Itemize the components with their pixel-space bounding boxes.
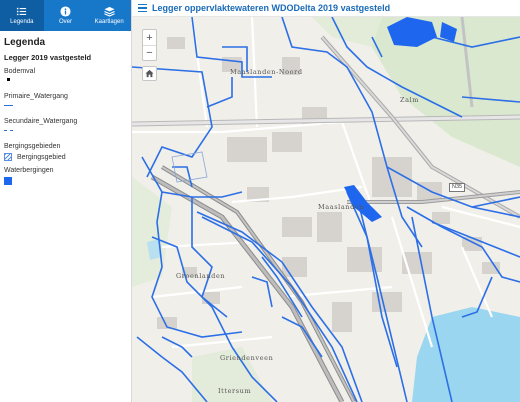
zoom-control: + − <box>142 29 157 61</box>
zoom-out-button[interactable]: − <box>143 45 156 60</box>
label-maaslanden-noord: Maaslanden-Noord <box>230 68 303 76</box>
home-icon <box>145 69 154 78</box>
lake <box>412 307 520 402</box>
legend-title: Legenda <box>4 37 46 48</box>
tab-legenda[interactable]: Legenda <box>0 0 44 31</box>
tab-legenda-label: Legenda <box>10 19 34 25</box>
legend-label-bergingsgebied: Bergingsgebied <box>17 153 66 161</box>
sidebar-tabs: Legenda Over Kaartlagen <box>0 0 131 31</box>
bergingsgebied-row: Bergingsgebied <box>4 153 127 162</box>
home-button[interactable] <box>142 66 157 81</box>
label-groenlanden: Groenlanden <box>176 272 226 280</box>
primaire-line-symbol <box>4 105 13 107</box>
secundaire-line-symbol <box>4 130 13 132</box>
bergingsgebied-hatch-symbol <box>4 153 12 162</box>
legend-subtitle: Legger 2019 vastgesteld <box>4 53 92 62</box>
zoom-in-button[interactable]: + <box>143 30 156 45</box>
tab-over-label: Over <box>59 19 73 25</box>
legend-item-primaire: Primaire_Watergang <box>4 93 127 107</box>
legend-item-secundaire: Secundaire_Watergang <box>4 118 127 132</box>
legend-label-waterbergingen: Waterbergingen <box>4 167 54 175</box>
menu-icon[interactable] <box>138 3 147 13</box>
legend-panel: Legenda Legger 2019 vastgesteld Bodemval… <box>0 31 131 186</box>
page-title: Legger oppervlaktewateren WDODelta 2019 … <box>152 3 391 13</box>
tab-kaartlagen[interactable]: Kaartlagen <box>87 0 131 31</box>
label-maaslanden: Maaslanden <box>318 203 365 211</box>
legend-label-bodemval: Bodemval <box>4 68 36 75</box>
legend-label-bergingsgebieden: Bergingsgebieden <box>4 143 61 151</box>
legend-item-waterbergingen: Waterbergingen <box>4 167 127 186</box>
info-icon <box>60 6 71 17</box>
waterbergingen-fill-symbol <box>4 177 12 186</box>
map-view[interactable]: Maaslanden-Noord Zalm Maaslanden Groenla… <box>132 17 520 402</box>
legend-label-primaire: Primaire_Watergang <box>4 93 68 100</box>
layers-icon <box>103 6 115 17</box>
legend-label-secundaire: Secundaire_Watergang <box>4 118 78 126</box>
label-zalm: Zalm <box>400 96 420 104</box>
sidebar: Legenda Over Kaartlagen Legenda Legger 2… <box>0 0 132 402</box>
legend-item-bergingsgebieden: Bergingsgebieden Bergingsgebied <box>4 143 127 162</box>
label-ittersum: Ittersum <box>218 387 252 395</box>
legend-item-bodemval: Bodemval <box>4 68 127 81</box>
app-header: Legger oppervlaktewateren WDODelta 2019 … <box>132 0 520 17</box>
road-shield-n35: N35 <box>449 183 466 192</box>
list-icon <box>17 7 27 16</box>
bodemval-symbol <box>7 78 10 81</box>
tab-over[interactable]: Over <box>44 0 88 31</box>
label-griendenveen: Griendenveen <box>220 354 274 362</box>
tab-kaartlagen-label: Kaartlagen <box>94 19 124 25</box>
